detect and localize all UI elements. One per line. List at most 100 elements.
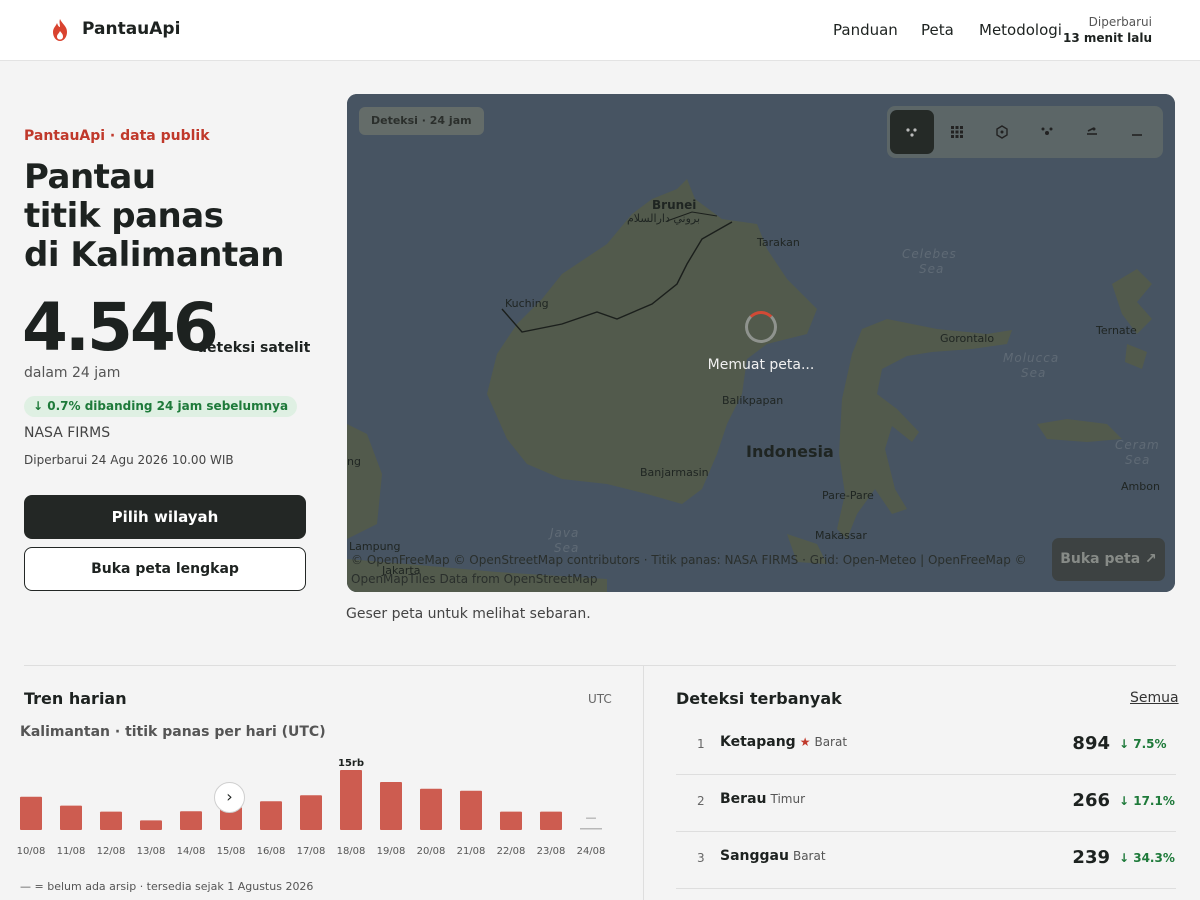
ranking-row[interactable]: 1 Ketapang ★ Barat 894 ↓ 7.5% — [676, 718, 1176, 775]
chart-bar[interactable] — [100, 811, 122, 830]
hotspot-map[interactable]: Deteksi · 24 jam Brunei بروني دارالسلام … — [347, 94, 1175, 592]
change-percent: ↓ 34.3% — [1119, 851, 1175, 865]
open-full-map-button[interactable]: Buka peta lengkap — [24, 547, 306, 591]
chart-bar[interactable] — [380, 782, 402, 830]
cluster-icon — [1041, 127, 1053, 135]
region-label: Ketapang — [720, 734, 796, 750]
rank-number: 1 — [697, 737, 705, 751]
rank-number: 2 — [697, 794, 705, 808]
daily-trend-chart: 10/08 11/08 12/08 13/08 14/08 15/08 16/08 17/08… — [17, 758, 606, 857]
map-label-parepare: Pare-Pare — [822, 489, 874, 502]
change-percent: ↓ 17.1% — [1119, 794, 1175, 808]
map-label-tarakan: Tarakan — [757, 236, 800, 249]
nav-peta[interactable]: Peta — [921, 21, 954, 39]
change-percent: ↓ 7.5% — [1119, 737, 1167, 751]
heat-layer-button[interactable] — [1070, 110, 1114, 154]
separator-dot: · — [273, 398, 277, 412]
trend-timezone: UTC — [588, 692, 612, 706]
map-label-ceram-sea: Sea — [1125, 453, 1151, 467]
chart-bar[interactable] — [180, 811, 202, 830]
nav-panduan[interactable]: Panduan — [833, 21, 898, 39]
chart-bar[interactable] — [420, 788, 442, 830]
hexagon-layer-button[interactable] — [980, 110, 1024, 154]
region-name: Sanggau Barat — [720, 848, 826, 864]
chart-bar[interactable] — [300, 795, 322, 830]
hero-title-line: Pantau — [24, 157, 156, 197]
updated-value: 13 menit lalu — [1063, 31, 1152, 45]
missing-marker: — — [586, 811, 597, 824]
open-map-button[interactable]: Buka peta ↗ — [1052, 538, 1165, 581]
x-tick-label: 10/08 — [17, 846, 46, 857]
collapse-toolbar-button[interactable] — [1115, 110, 1159, 154]
change-badge: ↓ 0.7% dibanding 24 jam sebelumnya — [24, 396, 298, 417]
rank-number: 3 — [697, 851, 705, 865]
chart-bar[interactable] — [20, 796, 42, 830]
hero-title-line: di Kalimantan — [24, 235, 284, 275]
column-divider — [643, 666, 644, 900]
x-tick-label: 24/08 — [577, 846, 606, 857]
brand-name[interactable]: PantauApi — [82, 19, 180, 39]
hero-title: Pantau titik panas di Kalimantan — [24, 158, 324, 275]
chart-note: — = belum ada arsip · tersedia sejak 1 A… — [20, 880, 314, 893]
hero-eyebrow: PantauApi · data publik — [24, 128, 210, 144]
cluster-layer-button[interactable] — [1025, 110, 1069, 154]
map-label-molucca: Molucca — [1003, 351, 1060, 365]
x-tick-label: 18/08 — [337, 846, 366, 857]
detection-unit: deteksi satelit — [197, 340, 311, 356]
peak-label: 15rb — [338, 758, 364, 769]
ranking-row[interactable]: 2 Berau Timur 266 ↓ 17.1% — [676, 775, 1176, 832]
region-name: Berau Timur — [720, 791, 805, 807]
map-time-badge: Deteksi · 24 jam — [359, 107, 484, 135]
map-label-ceram: Ceram — [1115, 438, 1160, 452]
map-caption: Geser peta untuk melihat sebaran. — [346, 606, 591, 622]
x-tick-label: 20/08 — [417, 846, 446, 857]
x-tick-label: 13/08 — [137, 846, 166, 857]
section-divider — [24, 665, 1176, 666]
view-all-link[interactable]: Semua — [1130, 690, 1179, 706]
nav-metodologi[interactable]: Metodologi — [979, 21, 1062, 39]
loading-spinner — [745, 311, 777, 343]
x-tick-label: 12/08 — [97, 846, 126, 857]
updated-label: Diperbarui — [1088, 15, 1152, 29]
detection-count-value: 894 — [1072, 733, 1110, 754]
map-label-ternate: Ternate — [1096, 324, 1137, 337]
region-sub: Timur — [770, 792, 806, 806]
flame-icon[interactable] — [50, 18, 70, 42]
updated-timestamp: Diperbarui 24 Agu 2026 10.00 WIB — [24, 453, 234, 467]
map-label-java: Java — [550, 526, 580, 540]
detection-count-value: 239 — [1072, 847, 1110, 868]
region-sub: Barat — [814, 735, 848, 749]
x-tick-label: 16/08 — [257, 846, 286, 857]
region-name: Ketapang ★ Barat — [720, 734, 847, 750]
chart-bar[interactable] — [500, 811, 522, 830]
chart-bar[interactable] — [340, 770, 362, 830]
x-tick-label: 21/08 — [457, 846, 486, 857]
x-tick-label: 17/08 — [297, 846, 326, 857]
chart-bar[interactable] — [460, 790, 482, 830]
map-label-balikpapan: Balikpapan — [722, 394, 784, 407]
map-label-brunei: Brunei — [652, 198, 697, 212]
grid-icon — [951, 126, 963, 138]
select-region-button[interactable]: Pilih wilayah — [24, 495, 306, 539]
points-layer-button[interactable] — [890, 110, 934, 154]
ranking-row[interactable]: 3 Sanggau Barat 239 ↓ 34.3% — [676, 832, 1176, 889]
minus-icon — [1132, 134, 1142, 136]
chart-scroll-button[interactable]: › — [214, 782, 245, 813]
chart-bar-missing — [580, 828, 602, 830]
chart-bar[interactable] — [260, 801, 282, 830]
map-label-celebes: Celebes — [902, 247, 957, 261]
chart-bar[interactable] — [140, 820, 162, 830]
map-label-banjarmasin: Banjarmasin — [640, 466, 709, 479]
map-label-brunei-arabic: بروني دارالسلام — [627, 212, 701, 225]
chart-bar[interactable] — [60, 805, 82, 830]
x-tick-label: 14/08 — [177, 846, 206, 857]
map-attribution[interactable]: © OpenFreeMap © OpenStreetMap contributo… — [351, 551, 1051, 589]
map-label-makassar: Makassar — [815, 529, 867, 542]
chart-bar[interactable] — [540, 811, 562, 830]
x-tick-label: 22/08 — [497, 846, 526, 857]
region-label: Berau — [720, 791, 767, 807]
heat-icon — [1087, 127, 1097, 135]
map-label-ng: ng — [347, 455, 361, 468]
grid-layer-button[interactable] — [935, 110, 979, 154]
x-tick-label: 15/08 — [217, 846, 246, 857]
